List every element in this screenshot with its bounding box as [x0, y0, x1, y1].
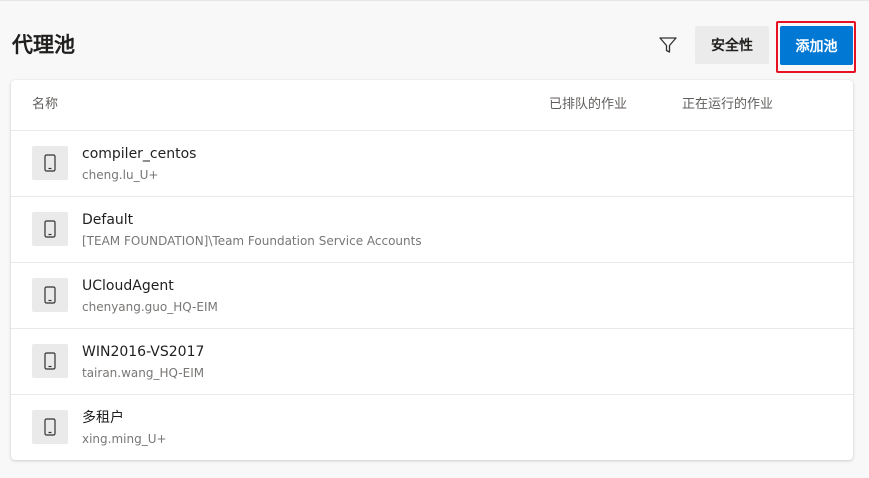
device-icon — [32, 410, 68, 444]
column-header-queued-jobs[interactable]: 已排队的作业 — [549, 97, 627, 113]
security-button[interactable]: 安全性 — [695, 26, 769, 64]
pool-owner: cheng.lu_U+ — [82, 168, 159, 182]
pool-owner: chenyang.guo_HQ-EIM — [82, 300, 218, 314]
pool-owner: xing.ming_U+ — [82, 432, 167, 446]
table-row[interactable]: Default [TEAM FOUNDATION]\Team Foundatio… — [11, 196, 853, 263]
pool-owner: [TEAM FOUNDATION]\Team Foundation Servic… — [82, 234, 422, 248]
column-header-name[interactable]: 名称 — [32, 97, 58, 113]
table-row[interactable]: WIN2016-VS2017 tairan.wang_HQ-EIM — [11, 328, 853, 395]
pool-name[interactable]: 多租户 — [82, 409, 124, 427]
device-icon — [32, 344, 68, 378]
pool-name[interactable]: Default — [82, 211, 133, 229]
pool-name[interactable]: WIN2016-VS2017 — [82, 343, 204, 361]
device-icon — [32, 278, 68, 312]
table-row[interactable]: UCloudAgent chenyang.guo_HQ-EIM — [11, 262, 853, 329]
agent-pools-table: 名称 已排队的作业 正在运行的作业 compiler_centos cheng.… — [11, 80, 853, 460]
table-row[interactable]: 多租户 xing.ming_U+ — [11, 394, 853, 460]
table-header: 名称 已排队的作业 正在运行的作业 — [11, 80, 853, 131]
page-title: 代理池 — [12, 33, 75, 57]
device-icon — [32, 146, 68, 180]
filter-button[interactable] — [654, 31, 682, 59]
pool-owner: tairan.wang_HQ-EIM — [82, 366, 205, 380]
pool-name[interactable]: compiler_centos — [82, 145, 196, 163]
add-pool-button[interactable]: 添加池 — [780, 26, 853, 65]
device-icon — [32, 212, 68, 246]
pool-name[interactable]: UCloudAgent — [82, 277, 174, 295]
table-row[interactable]: compiler_centos cheng.lu_U+ — [11, 130, 853, 197]
column-header-running-jobs[interactable]: 正在运行的作业 — [682, 97, 773, 113]
filter-icon — [659, 37, 677, 53]
top-divider — [0, 0, 869, 1]
